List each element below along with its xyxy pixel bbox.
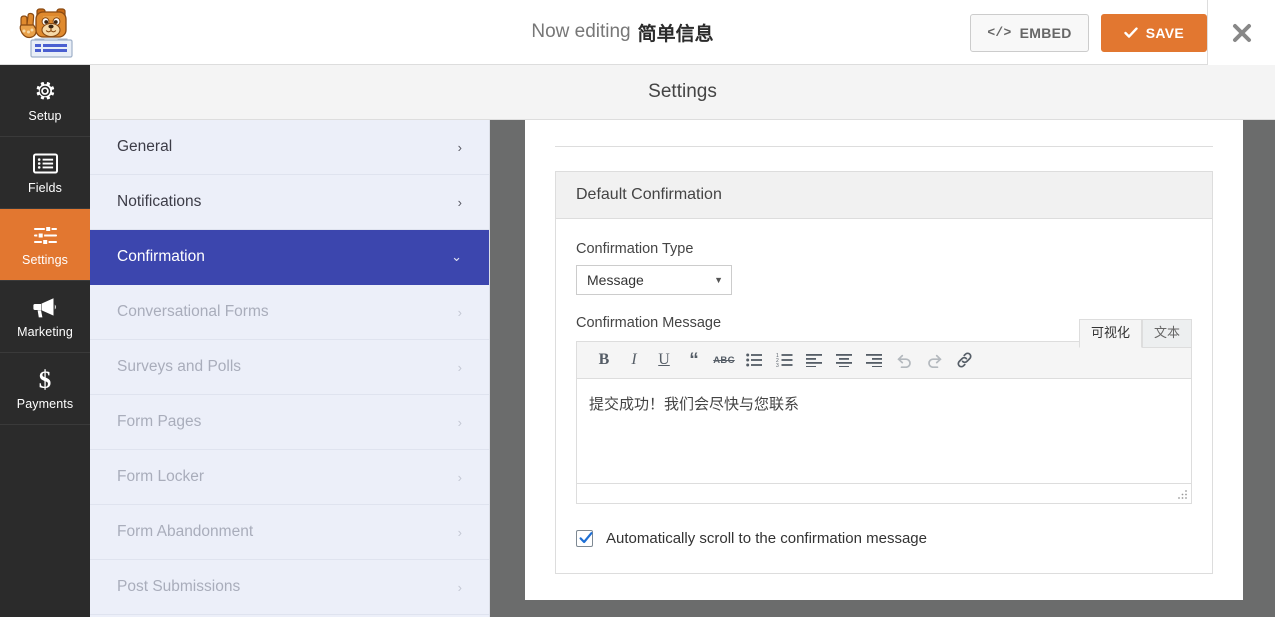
default-confirmation-card: Default Confirmation Confirmation Type M… [555,171,1213,574]
builder-nav-rail: Setup Fields Settings Marketing $ Paymen… [0,65,90,617]
chevron-right-icon: › [457,469,462,485]
confirmation-type-label: Confirmation Type [576,241,694,257]
settings-menu-item-confirmation[interactable]: Confirmation ⌄ [90,230,489,285]
chevron-down-icon: ▼ [714,275,723,285]
gear-icon [33,78,57,104]
close-icon [1232,23,1251,42]
sidebar-item-marketing[interactable]: Marketing [0,281,90,353]
svg-text:$: $ [39,367,52,392]
settings-menu-item-notifications[interactable]: Notifications › [90,175,489,230]
chevron-right-icon: › [457,194,462,210]
sidebar-item-fields[interactable]: Fields [0,137,90,209]
settings-menu-item-surveys-and-polls[interactable]: Surveys and Polls › [90,340,489,395]
underline-icon[interactable]: U [651,348,677,373]
code-icon: </> [987,25,1012,40]
chevron-right-icon: › [457,139,462,155]
sidebar-item-settings[interactable]: Settings [0,209,90,281]
menu-item-label: Notifications [117,193,202,210]
undo-icon[interactable] [891,348,917,373]
menu-item-label: Confirmation [117,248,205,265]
embed-button[interactable]: </> EMBED [970,13,1089,52]
sidebar-item-setup[interactable]: Setup [0,65,90,137]
italic-icon[interactable]: I [621,348,647,373]
align-right-icon[interactable] [861,348,887,373]
sidebar-item-label: Setup [28,109,62,123]
form-name: 简单信息 [637,23,714,45]
menu-item-label: Post Submissions [117,578,241,595]
bulleted-list-icon[interactable] [741,348,767,373]
settings-header: Settings [90,65,1275,120]
sliders-icon [33,222,58,248]
top-bar-actions: </> EMBED SAVE [970,0,1207,65]
tab-visual[interactable]: 可视化 [1078,319,1142,348]
menu-item-label: Form Locker [117,468,204,485]
editor-status-bar [577,483,1191,503]
settings-menu-item-post-submissions[interactable]: Post Submissions › [90,560,489,615]
confirmation-type-value: Message [587,272,644,288]
settings-menu-item-form-locker[interactable]: Form Locker › [90,450,489,505]
chevron-right-icon: › [457,414,462,430]
auto-scroll-checkbox[interactable] [576,530,593,547]
numbered-list-icon[interactable]: 1 2 3 [771,348,797,373]
menu-item-label: Form Pages [117,413,202,430]
dollar-icon: $ [36,366,54,392]
link-icon[interactable] [951,348,977,373]
check-icon [1124,26,1138,38]
chevron-right-icon: › [457,579,462,595]
close-builder-button[interactable] [1207,0,1275,65]
chevron-right-icon: › [457,359,462,375]
settings-menu-item-general[interactable]: General › [90,120,489,175]
top-bar: Now editing 简单信息 </> EMBED SAVE [0,0,1275,65]
sidebar-item-label: Marketing [17,325,73,339]
align-center-icon[interactable] [831,348,857,373]
menu-item-label: Conversational Forms [117,303,269,320]
resize-handle-icon[interactable] [1176,489,1188,501]
editor-tabs: 可视化 文本 [1078,319,1192,348]
editor-box: B I U “ ABC 1 2 3 提交成功！我们会尽快与您联系 [576,341,1192,504]
sidebar-item-label: Payments [16,397,74,411]
menu-item-label: Surveys and Polls [117,358,242,375]
auto-scroll-row: Automatically scroll to the confirmation… [576,530,1192,547]
wpforms-bear-logo-icon [19,8,73,58]
wp-editor: 可视化 文本 B I U “ ABC 1 2 3 提交成功！我们会尽快与您联系 [576,319,1192,504]
settings-menu-panel: General › Notifications › Confirmation ⌄… [90,120,490,617]
save-button[interactable]: SAVE [1100,13,1207,52]
editing-prefix: Now editing [531,21,631,42]
strikethrough-icon[interactable]: ABC [711,348,737,373]
wpforms-logo [0,0,90,65]
list-icon [32,150,58,176]
sidebar-item-label: Fields [28,181,62,195]
content-divider [555,146,1213,147]
check-icon [579,532,593,544]
svg-text:3: 3 [776,363,779,367]
megaphone-icon [32,294,58,320]
form-builder-app: Now editing 简单信息 </> EMBED SAVE Setup Fi… [0,0,1275,617]
align-left-icon[interactable] [801,348,827,373]
confirmation-type-select[interactable]: Message ▼ [576,265,732,295]
redo-icon[interactable] [921,348,947,373]
bold-icon[interactable]: B [591,348,617,373]
chevron-right-icon: › [457,524,462,540]
card-title: Default Confirmation [556,172,1212,219]
settings-content-panel: Default Confirmation Confirmation Type M… [525,120,1243,600]
settings-menu-item-conversational-forms[interactable]: Conversational Forms › [90,285,489,340]
chevron-right-icon: › [457,304,462,320]
menu-item-label: General [117,138,173,155]
embed-button-label: EMBED [1019,24,1072,41]
sidebar-item-label: Settings [22,253,68,267]
menu-item-label: Form Abandonment [117,523,254,540]
tab-text[interactable]: 文本 [1141,319,1192,348]
settings-menu-item-form-abandonment[interactable]: Form Abandonment › [90,505,489,560]
chevron-down-icon: ⌄ [451,249,462,264]
auto-scroll-label: Automatically scroll to the confirmation… [606,530,927,547]
blockquote-icon[interactable]: “ [681,348,707,373]
save-button-label: SAVE [1145,24,1184,41]
editor-content-area[interactable]: 提交成功！我们会尽快与您联系 [577,379,1191,483]
settings-header-title: Settings [648,81,717,102]
sidebar-item-payments[interactable]: $ Payments [0,353,90,425]
settings-menu-item-form-pages[interactable]: Form Pages › [90,395,489,450]
